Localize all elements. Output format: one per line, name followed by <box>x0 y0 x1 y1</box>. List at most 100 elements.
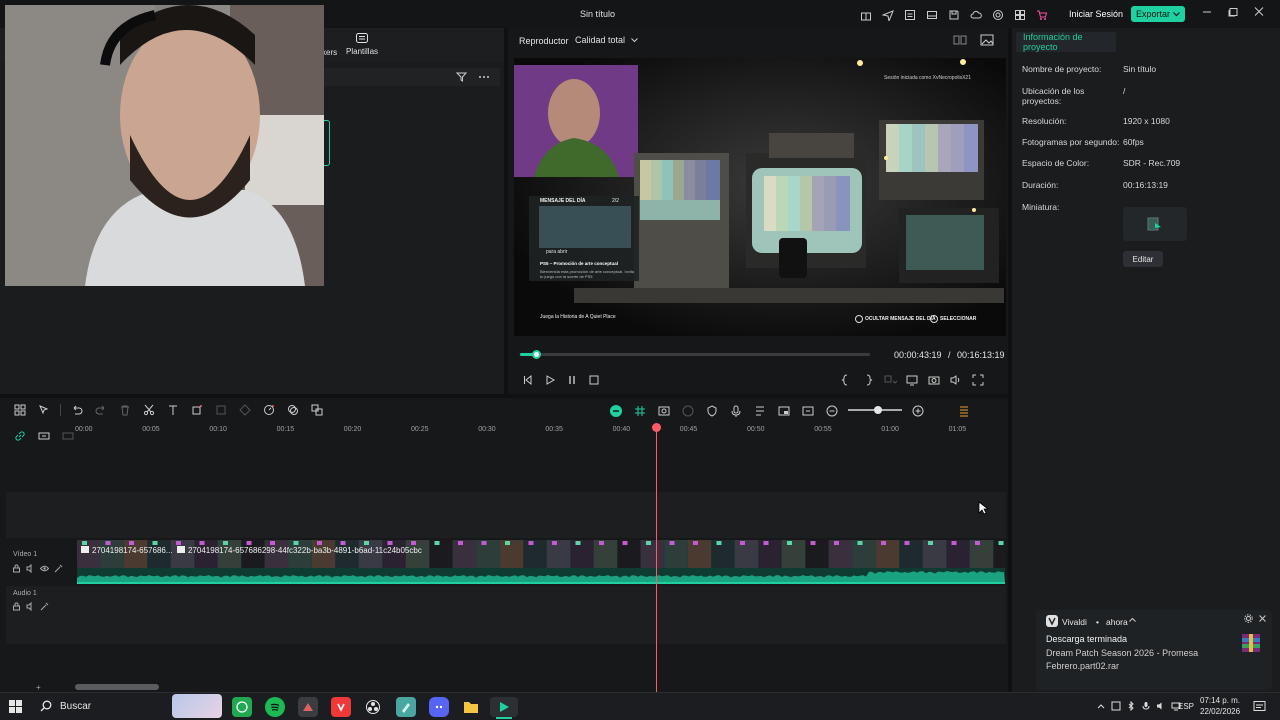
speaker-icon[interactable] <box>26 564 35 573</box>
image-icon[interactable] <box>979 32 995 48</box>
eye-icon[interactable] <box>40 564 49 573</box>
scene-detect-icon[interactable] <box>656 403 672 419</box>
quality-select[interactable]: Calidad total <box>575 33 655 47</box>
minimize-icon[interactable] <box>1200 6 1214 18</box>
close-icon[interactable] <box>1252 6 1266 18</box>
notes-icon[interactable] <box>902 7 918 23</box>
add-track-icon[interactable] <box>36 428 52 444</box>
step-back-icon[interactable] <box>520 372 536 388</box>
playhead[interactable] <box>656 426 657 692</box>
color-icon[interactable] <box>285 402 301 418</box>
tab-project-info[interactable]: Información de proyecto <box>1016 32 1116 52</box>
select-tool-icon[interactable] <box>36 402 52 418</box>
notepad-icon[interactable] <box>396 697 416 717</box>
spotify-icon[interactable] <box>265 697 285 717</box>
zoom-slider-handle[interactable] <box>874 406 882 414</box>
wand-icon[interactable] <box>54 564 63 573</box>
wand-icon[interactable] <box>40 602 49 611</box>
play-icon[interactable] <box>542 372 558 388</box>
empty-track[interactable] <box>6 492 1006 538</box>
save-icon[interactable] <box>946 7 962 23</box>
audio-track-area[interactable] <box>6 586 1006 644</box>
login-button[interactable]: Iniciar Sesión <box>1064 6 1128 22</box>
ai-speed-icon[interactable] <box>261 402 277 418</box>
windows-start-icon[interactable] <box>9 700 22 713</box>
stabilize-icon[interactable] <box>309 402 325 418</box>
link-icon[interactable] <box>12 428 28 444</box>
gift-icon[interactable] <box>858 7 874 23</box>
monitor-icon[interactable] <box>904 372 920 388</box>
lock-icon[interactable] <box>12 602 21 611</box>
timeline-horizontal-scrollbar[interactable] <box>75 684 159 690</box>
playhead-handle[interactable] <box>652 423 661 432</box>
taskbar-search[interactable]: Buscar <box>32 695 172 717</box>
speaker-icon[interactable] <box>26 602 35 611</box>
app-icon[interactable] <box>298 697 318 717</box>
tab-plantillas[interactable]: Plantillas <box>346 32 378 56</box>
pip-icon[interactable] <box>776 403 792 419</box>
more-icon[interactable] <box>478 71 490 83</box>
track-layout-icon[interactable] <box>956 403 972 419</box>
vivaldi-taskbar-icon[interactable] <box>331 697 351 717</box>
tab-stickers[interactable]: kers <box>322 48 337 57</box>
auto-ripple-icon[interactable] <box>608 403 624 419</box>
tray-app-icon[interactable] <box>1111 701 1121 711</box>
lock-icon[interactable] <box>12 564 21 573</box>
mark-in-icon[interactable] <box>838 372 854 388</box>
video-preview[interactable]: Sesión iniciada como XvNecropolisX21 MEN… <box>514 58 1006 336</box>
playback-progress-track[interactable] <box>520 353 870 356</box>
audio-mixer-icon[interactable] <box>752 403 768 419</box>
zoom-slider[interactable] <box>848 403 902 417</box>
filter-icon[interactable] <box>456 71 468 83</box>
edit-thumbnail-button[interactable]: Editar <box>1123 251 1163 267</box>
text-icon[interactable] <box>165 402 181 418</box>
timeline-ruler[interactable]: 00:00 00:05 00:10 00:15 00:20 00:25 00:30 00:35… <box>75 426 1005 440</box>
scissors-icon[interactable] <box>141 402 157 418</box>
gear-icon[interactable] <box>1244 614 1253 623</box>
language-indicator[interactable]: ESP <box>1178 702 1194 711</box>
chevron-up-icon[interactable] <box>1096 701 1106 711</box>
microphone-icon[interactable] <box>728 403 744 419</box>
audio-track-controls <box>12 602 49 611</box>
microphone-icon[interactable] <box>1141 701 1151 711</box>
crop-icon[interactable] <box>189 402 205 418</box>
add-icon[interactable]: + <box>36 683 41 692</box>
audio-waveform[interactable] <box>77 568 1005 584</box>
layout-grid-icon[interactable] <box>12 402 28 418</box>
volume-icon[interactable] <box>1156 701 1166 711</box>
undo-icon[interactable] <box>69 402 85 418</box>
maximize-icon[interactable] <box>1226 6 1240 18</box>
file-explorer-icon[interactable] <box>461 697 481 717</box>
whatsapp-icon[interactable] <box>232 697 252 717</box>
zoom-in-icon[interactable] <box>910 403 926 419</box>
cloud-icon[interactable] <box>968 7 984 23</box>
grid-icon[interactable] <box>1012 7 1028 23</box>
stop-icon[interactable] <box>586 372 602 388</box>
clock[interactable]: 07:14 p. m. 22/02/2026 <box>1200 695 1240 717</box>
compare-view-icon[interactable] <box>952 32 968 48</box>
fullscreen-icon[interactable] <box>970 372 986 388</box>
support-icon[interactable] <box>990 7 1006 23</box>
chevron-up-icon[interactable] <box>1129 617 1136 622</box>
obs-icon[interactable] <box>363 697 383 717</box>
volume-icon[interactable] <box>948 372 964 388</box>
snap-icon[interactable] <box>632 403 648 419</box>
mark-out-icon[interactable] <box>860 372 876 388</box>
shield-icon[interactable] <box>704 403 720 419</box>
cart-icon[interactable] <box>1034 7 1050 23</box>
replace-icon[interactable] <box>800 403 816 419</box>
zoom-out-icon[interactable] <box>824 403 840 419</box>
close-icon[interactable] <box>1258 614 1267 623</box>
camera-icon[interactable] <box>926 372 942 388</box>
send-icon[interactable] <box>880 7 896 23</box>
pause-icon[interactable] <box>564 372 580 388</box>
toast-notification[interactable]: Vivaldi • ahora Descarga terminada Dream… <box>1036 610 1272 690</box>
layout-icon[interactable] <box>924 7 940 23</box>
filmora-taskbar-icon[interactable] <box>490 697 518 717</box>
discord-icon[interactable] <box>429 697 449 717</box>
notification-center-icon[interactable] <box>1253 700 1266 713</box>
playback-progress-handle[interactable] <box>531 350 541 359</box>
export-button[interactable]: Exportar <box>1131 6 1185 22</box>
video-clip[interactable]: 2704198174-657686... 2704198174-65768629… <box>77 540 1005 568</box>
bluetooth-icon[interactable] <box>1126 701 1136 711</box>
